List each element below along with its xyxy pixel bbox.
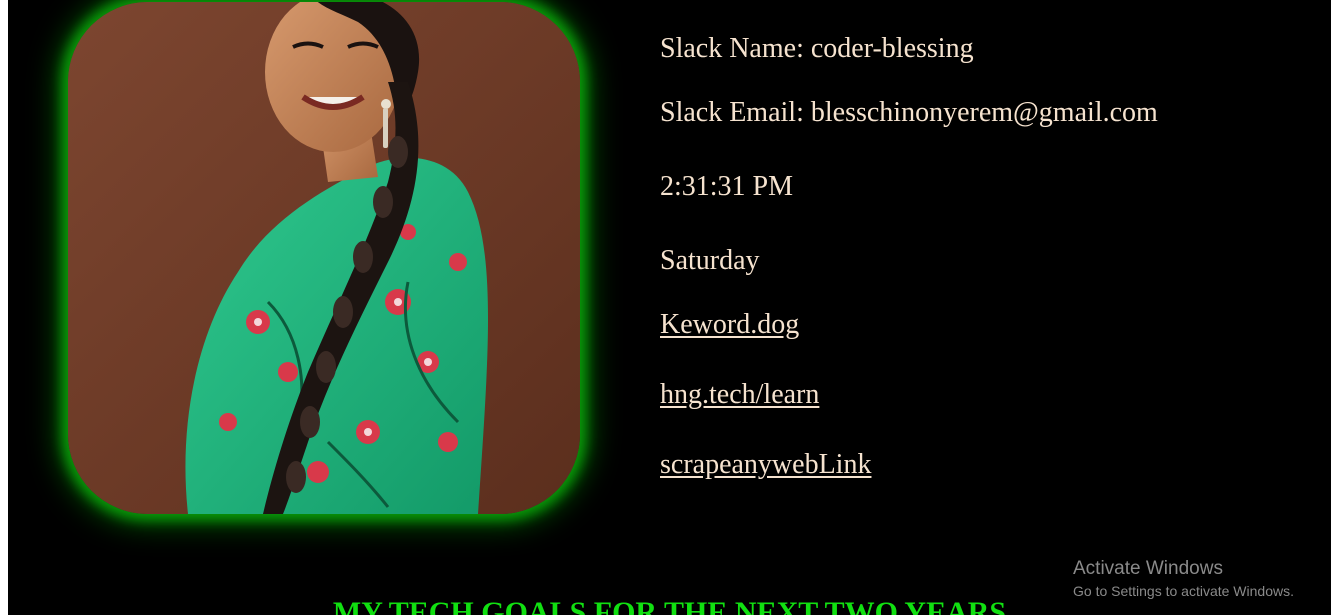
page: Slack Name: coder-blessing Slack Email: …: [8, 0, 1331, 615]
portrait-illustration: [68, 2, 580, 514]
slack-email: Slack Email: blesschinonyerem@gmail.com: [660, 97, 1158, 128]
link-keword[interactable]: Keword.dog: [660, 308, 799, 342]
link-hng-learn-anchor[interactable]: hng.tech/learn: [660, 379, 819, 410]
profile-photo: [68, 2, 580, 514]
link-hng-learn[interactable]: hng.tech/learn: [660, 378, 819, 412]
link-scrapeanyweb[interactable]: scrapeanywebLink: [660, 448, 871, 482]
slack-name: Slack Name: coder-blessing: [660, 33, 974, 64]
current-day: Saturday: [660, 245, 760, 276]
link-scrapeanyweb-anchor[interactable]: scrapeanywebLink: [660, 449, 871, 480]
link-keword-anchor[interactable]: Keword.dog: [660, 309, 799, 340]
activate-windows-title: Activate Windows: [1073, 558, 1223, 579]
current-time: 2:31:31 PM: [660, 171, 794, 202]
activate-windows-subtitle: Go to Settings to activate Windows.: [1073, 583, 1294, 599]
activate-windows-watermark: Activate Windows Go to Settings to activ…: [1073, 557, 1294, 601]
